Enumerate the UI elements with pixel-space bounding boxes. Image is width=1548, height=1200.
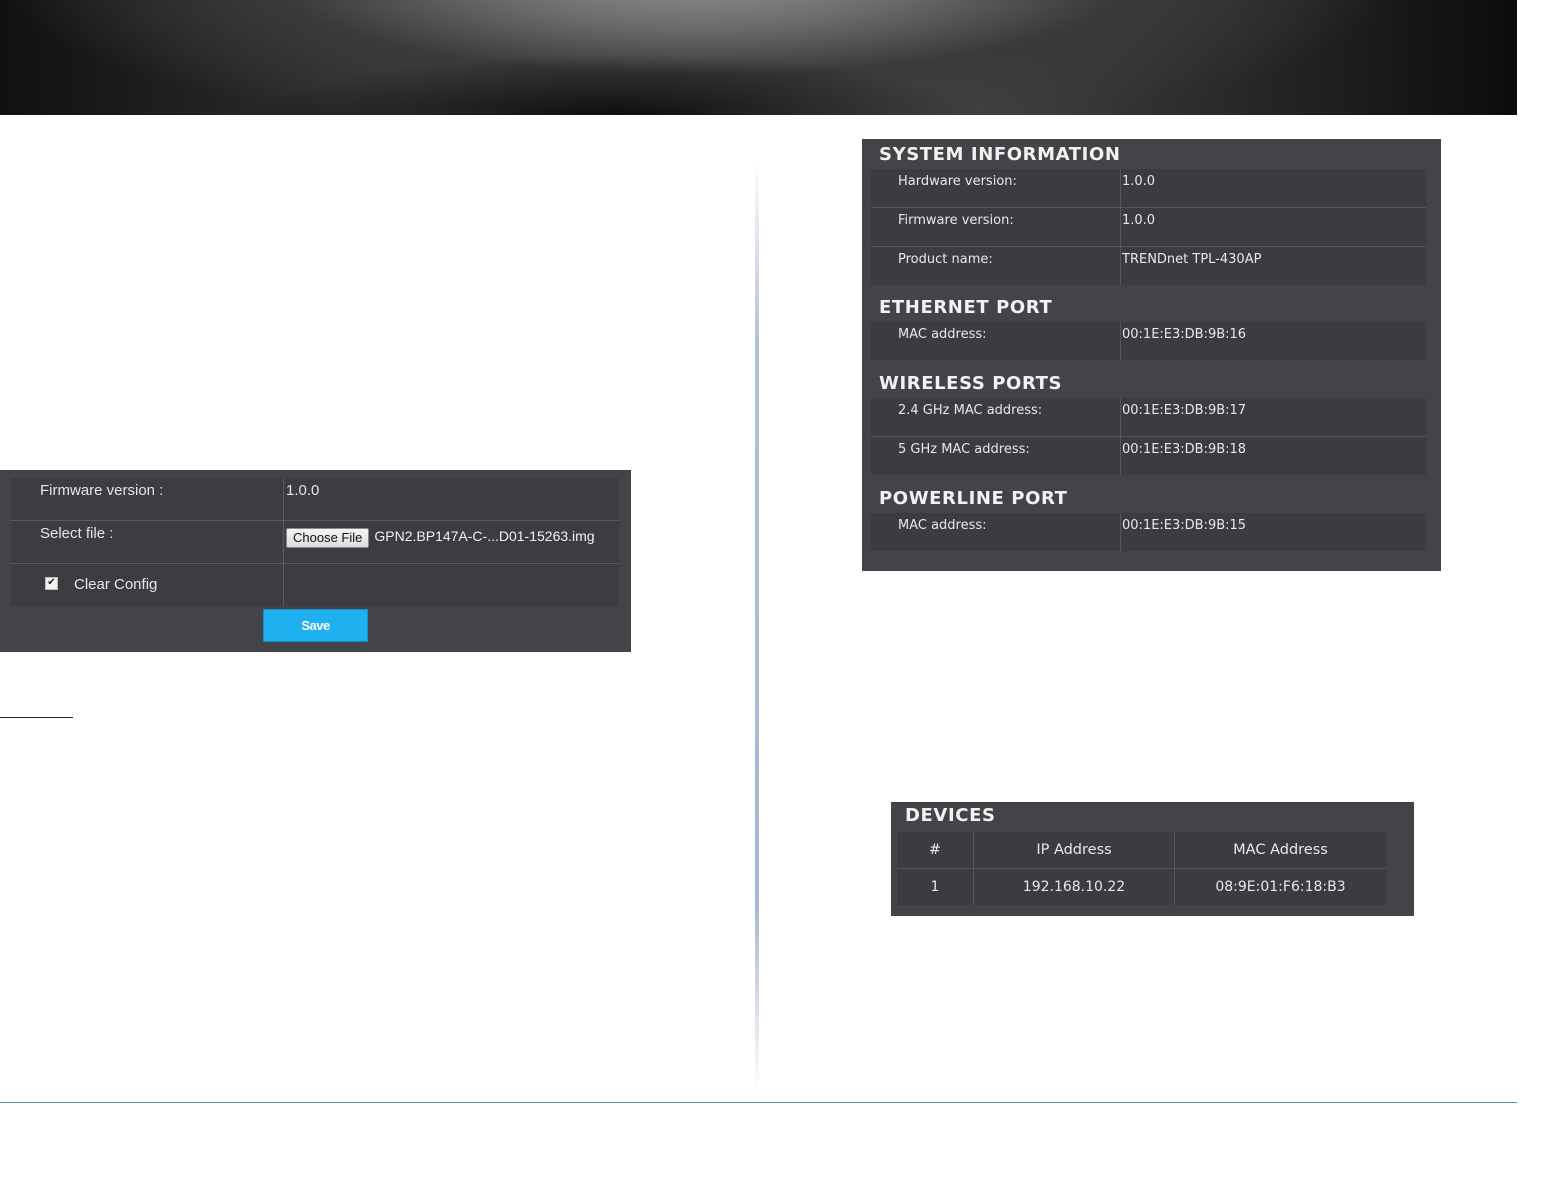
- clear-config-checkbox[interactable]: ✔: [45, 576, 58, 590]
- devices-table: # IP Address MAC Address 1 192.168.10.22…: [897, 832, 1386, 905]
- info-row: Product name: TRENDnet TPL-430AP: [871, 247, 1426, 285]
- page-divider: [755, 160, 759, 1090]
- column-header-ip-address: IP Address: [974, 832, 1175, 868]
- footer-rule: [0, 1102, 1517, 1103]
- product-name-value: TRENDnet TPL-430AP: [1121, 247, 1426, 285]
- firmware-version-label: Firmware version:: [871, 208, 1121, 246]
- section-title-system-information: SYSTEM INFORMATION: [879, 144, 1121, 165]
- select-file-row: Select file : Choose File GPN2.BP147A-C-…: [11, 521, 619, 564]
- info-row: Firmware version: 1.0.0: [871, 208, 1426, 247]
- choose-file-button[interactable]: Choose File: [286, 528, 370, 548]
- product-name-label: Product name:: [871, 247, 1121, 285]
- info-row: 2.4 GHz MAC address: 00:1E:E3:DB:9B:17: [871, 398, 1426, 437]
- devices-title: DEVICES: [905, 805, 996, 826]
- wireless-24ghz-mac-value: 00:1E:E3:DB:9B:17: [1121, 398, 1426, 436]
- info-row: MAC address: 00:1E:E3:DB:9B:15: [871, 513, 1426, 551]
- firmware-version-value: 1.0.0: [284, 478, 619, 520]
- clear-config-cell: ✔ Clear Config: [11, 564, 284, 606]
- firmware-version-label: Firmware version :: [11, 478, 284, 520]
- underline-mark: [0, 717, 73, 718]
- clear-config-label: Clear Config: [74, 576, 158, 593]
- wireless-5ghz-mac-value: 00:1E:E3:DB:9B:18: [1121, 437, 1426, 475]
- column-header-number: #: [897, 832, 974, 868]
- wireless-24ghz-mac-label: 2.4 GHz MAC address:: [871, 398, 1121, 436]
- wireless-5ghz-mac-label: 5 GHz MAC address:: [871, 437, 1121, 475]
- powerline-port-rows: MAC address: 00:1E:E3:DB:9B:15: [871, 513, 1426, 551]
- select-file-label: Select file :: [11, 521, 284, 563]
- section-title-ethernet-port: ETHERNET PORT: [879, 297, 1053, 318]
- checkmark-icon: ✔: [47, 577, 56, 588]
- powerline-mac-label: MAC address:: [871, 513, 1121, 551]
- header-banner: [0, 0, 1517, 115]
- hardware-version-label: Hardware version:: [871, 169, 1121, 207]
- section-title-wireless-ports: WIRELESS PORTS: [879, 373, 1063, 394]
- powerline-mac-value: 00:1E:E3:DB:9B:15: [1121, 513, 1426, 551]
- info-row: 5 GHz MAC address: 00:1E:E3:DB:9B:18: [871, 437, 1426, 475]
- wireless-ports-rows: 2.4 GHz MAC address: 00:1E:E3:DB:9B:17 5…: [871, 398, 1426, 475]
- hardware-version-value: 1.0.0: [1121, 169, 1426, 207]
- info-row: MAC address: 00:1E:E3:DB:9B:16: [871, 322, 1426, 360]
- column-header-mac-address: MAC Address: [1175, 832, 1386, 868]
- section-title-powerline-port: POWERLINE PORT: [879, 488, 1068, 509]
- ethernet-mac-value: 00:1E:E3:DB:9B:16: [1121, 322, 1426, 360]
- firmware-version-value: 1.0.0: [1121, 208, 1426, 246]
- info-row: Hardware version: 1.0.0: [871, 169, 1426, 208]
- table-row: 1 192.168.10.22 08:9E:01:F6:18:B3: [897, 869, 1386, 905]
- device-ip-cell: 192.168.10.22: [974, 869, 1175, 905]
- device-mac-cell: 08:9E:01:F6:18:B3: [1175, 869, 1386, 905]
- ethernet-mac-label: MAC address:: [871, 322, 1121, 360]
- system-information-panel: SYSTEM INFORMATION Hardware version: 1.0…: [862, 139, 1441, 571]
- file-picker: Choose File GPN2.BP147A-C-...D01-15263.i…: [284, 521, 619, 563]
- clear-config-row: ✔ Clear Config: [11, 564, 619, 606]
- firmware-version-row: Firmware version : 1.0.0: [11, 478, 619, 521]
- system-information-rows: Hardware version: 1.0.0 Firmware version…: [871, 169, 1426, 285]
- ethernet-port-rows: MAC address: 00:1E:E3:DB:9B:16: [871, 322, 1426, 360]
- firmware-upgrade-panel: Firmware version : 1.0.0 Select file : C…: [0, 470, 631, 652]
- devices-panel: DEVICES # IP Address MAC Address 1 192.1…: [891, 802, 1414, 916]
- devices-header-row: # IP Address MAC Address: [897, 832, 1386, 869]
- save-button[interactable]: Save: [263, 609, 368, 642]
- selected-file-name: GPN2.BP147A-C-...D01-15263.img: [374, 528, 595, 544]
- firmware-form-table: Firmware version : 1.0.0 Select file : C…: [11, 478, 619, 606]
- clear-config-empty-cell: [284, 564, 619, 606]
- device-number-cell: 1: [897, 869, 974, 905]
